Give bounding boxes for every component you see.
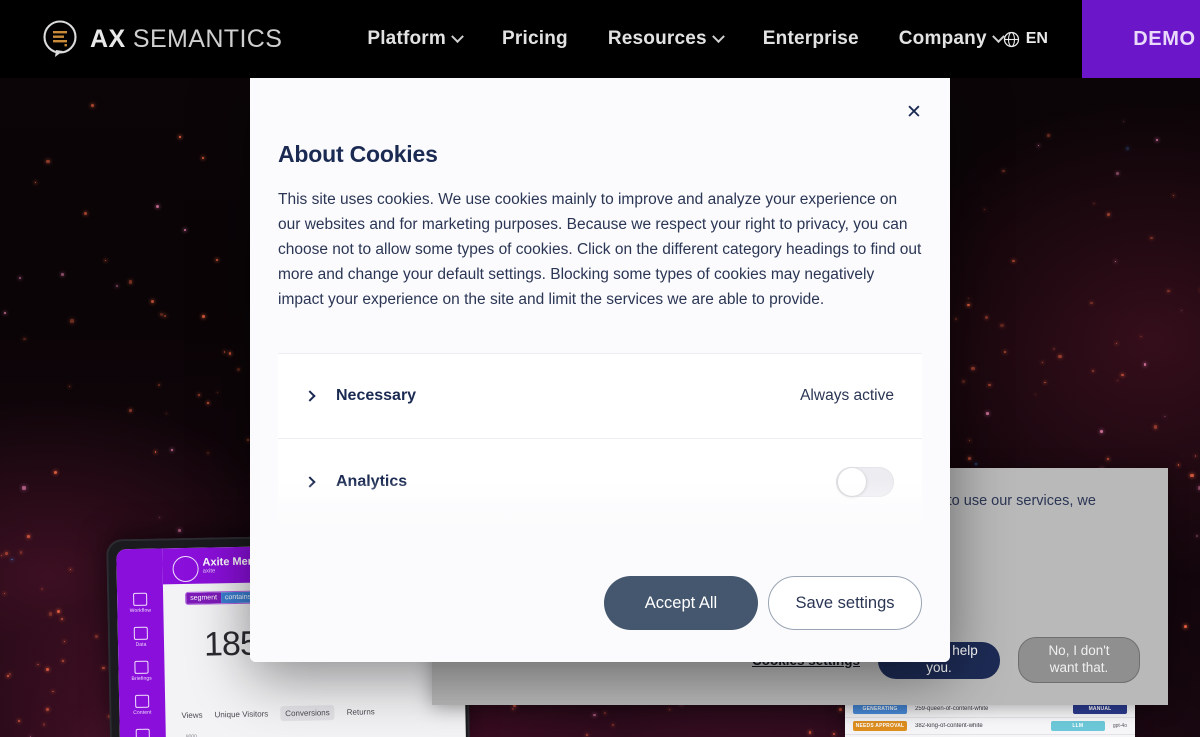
- database-icon: [133, 626, 148, 640]
- tablet-tab-conversions: Conversions: [280, 705, 335, 722]
- query-chip: segment: [186, 592, 222, 604]
- tablet-sidebar-label: Data: [135, 641, 147, 648]
- nav-menu: Platform Pricing Resources Enterprise Co…: [367, 28, 1005, 50]
- modal-title: About Cookies: [278, 141, 438, 167]
- nav-label: Company: [898, 28, 987, 49]
- chevron-down-icon: [711, 29, 725, 43]
- nav-item-platform[interactable]: Platform: [367, 28, 464, 50]
- nav-label: Resources: [607, 28, 707, 49]
- tablet-sidebar-item-briefings: Briefings: [131, 660, 152, 683]
- nav-label: Enterprise: [762, 28, 859, 49]
- logo-text-light: SEMANTICS: [125, 24, 283, 53]
- chevron-right-icon: [304, 475, 316, 488]
- category-toggle-analytics[interactable]: Analytics: [304, 472, 408, 491]
- source-badge: LLM: [1050, 721, 1105, 731]
- category-name: Necessary: [336, 387, 417, 404]
- nav-item-pricing[interactable]: Pricing: [502, 28, 568, 50]
- tablet-sidebar-label: Briefings: [131, 675, 152, 683]
- tablet-sidebar: Workflow Data Briefings Content: [116, 548, 167, 737]
- search-doc-icon: [135, 728, 150, 737]
- tablet-sidebar-item-data: Data: [133, 626, 148, 648]
- status-badge: NEEDS APPROVAL: [853, 721, 907, 731]
- analytics-toggle-switch[interactable]: [836, 466, 894, 497]
- chevron-down-icon: [451, 29, 464, 43]
- nav-item-company[interactable]: Company: [898, 28, 1005, 50]
- tablet-tab-views: Views: [181, 710, 203, 721]
- tablet-sidebar-label: Workflow: [129, 607, 152, 615]
- language-switcher[interactable]: EN: [1003, 30, 1048, 48]
- accept-all-button[interactable]: Accept All: [604, 576, 758, 630]
- close-icon[interactable]: ✕: [902, 100, 926, 124]
- banner-decline-button[interactable]: No, I don't want that.: [1018, 637, 1140, 683]
- tablet-sidebar-label: Content: [133, 709, 152, 716]
- always-active-label: Always active: [800, 387, 894, 404]
- nav-item-resources[interactable]: Resources: [607, 28, 725, 50]
- tablet-tab-returns: Returns: [346, 707, 375, 717]
- row-name: 382-king-of-content-white: [915, 723, 983, 729]
- status-badge: GENERATING: [853, 704, 907, 714]
- cookie-categories-list: Necessary Always active Analytics: [278, 353, 922, 565]
- toggle-knob: [838, 467, 866, 496]
- cookie-category-necessary[interactable]: Necessary Always active: [278, 353, 922, 439]
- table-row: NEEDS APPROVAL 382-king-of-content-white…: [845, 718, 1135, 735]
- content-icon: [135, 694, 150, 708]
- source-badge: MANUAL: [1073, 704, 1127, 714]
- chevron-right-icon: [304, 390, 316, 402]
- site-logo[interactable]: AX SEMANTICS: [40, 18, 282, 60]
- logo-text-bold: AX: [90, 24, 126, 53]
- category-name: Analytics: [336, 472, 408, 490]
- modal-footer: Accept All Save settings: [250, 544, 950, 662]
- speech-bubble-icon: [43, 20, 77, 57]
- briefing-icon: [134, 660, 149, 674]
- logo-wordmark: AX SEMANTICS: [90, 25, 282, 54]
- category-control: [836, 466, 894, 497]
- nav-label: Pricing: [502, 28, 568, 49]
- tablet-sidebar-item-workflow: Workflow: [129, 592, 152, 615]
- model-label: gpt-4o: [1112, 723, 1127, 729]
- cookie-preferences-modal: ✕ About Cookies This site uses cookies. …: [250, 73, 950, 662]
- tablet-sidebar-item-content: Content: [133, 694, 152, 716]
- top-navigation-bar: AX SEMANTICS Platform Pricing Resources …: [0, 0, 1200, 78]
- modal-description: This site uses cookies. We use cookies m…: [278, 191, 922, 309]
- globe-icon: [1003, 31, 1019, 47]
- tablet-logo-icon: [172, 555, 199, 583]
- tablet-tab-strip: Views Unique Visitors Conversions Return…: [181, 704, 375, 723]
- save-settings-button[interactable]: Save settings: [768, 576, 922, 630]
- language-label: EN: [1025, 30, 1048, 47]
- cookie-category-analytics[interactable]: Analytics: [278, 439, 922, 525]
- demo-button[interactable]: DEMO: [1081, 0, 1200, 78]
- category-control: Always active: [800, 387, 894, 405]
- row-name: 259-queen-of-content-white: [915, 706, 989, 712]
- tablet-sidebar-item-search: [135, 728, 150, 737]
- nav-right-group: EN DEMO: [1003, 0, 1200, 78]
- page-root: Workflow Data Briefings Content Axite Me…: [0, 0, 1200, 737]
- nav-label: Platform: [367, 28, 446, 49]
- tablet-tab-unique-visitors: Unique Visitors: [214, 709, 269, 720]
- category-toggle-necessary[interactable]: Necessary: [304, 387, 417, 405]
- workflow-icon: [133, 592, 148, 606]
- nav-item-enterprise[interactable]: Enterprise: [763, 28, 859, 50]
